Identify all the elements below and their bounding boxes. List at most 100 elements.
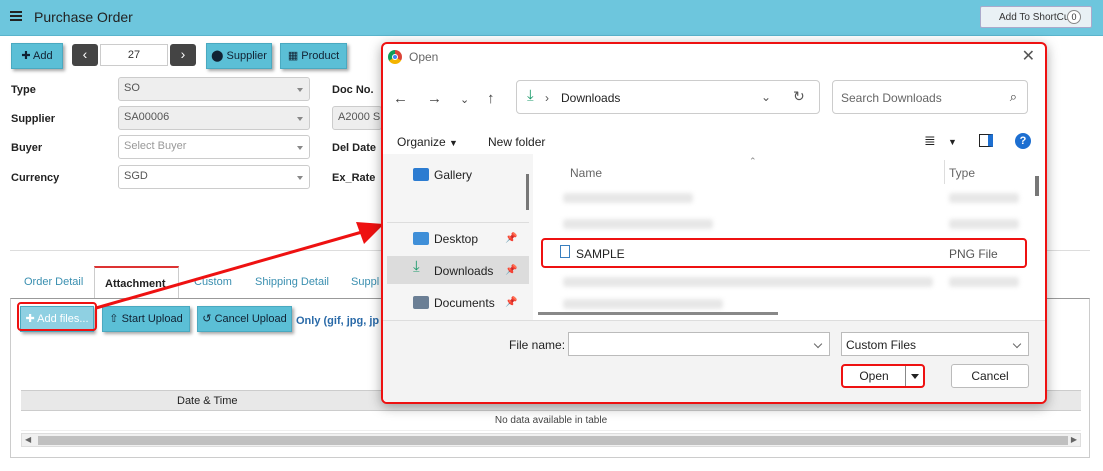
table-scrollbar[interactable]: ◀ ▶ — [21, 433, 1081, 447]
supplier-select[interactable]: SA00006 — [118, 106, 310, 130]
file-name-sample[interactable]: SAMPLE — [576, 247, 625, 261]
new-folder-button[interactable]: New folder — [488, 135, 545, 149]
file-name-input[interactable] — [568, 332, 830, 356]
user-icon: ⬤ — [211, 50, 227, 62]
preview-pane-icon[interactable] — [979, 134, 993, 147]
supplier-button-label: Supplier — [226, 50, 267, 62]
column-divider — [944, 160, 945, 184]
column-type[interactable]: Type — [949, 166, 975, 180]
type-value: SO — [124, 82, 140, 94]
shortcut-count-badge: 0 — [1067, 10, 1081, 24]
file-type-hint: Only (gif, jpg, jp — [296, 315, 380, 327]
file-list-scrollbar[interactable] — [1035, 176, 1039, 196]
sidebar-item-desktop[interactable]: Desktop — [434, 232, 478, 246]
open-button-label: Open — [859, 369, 889, 383]
supplier-label: Supplier — [11, 113, 56, 125]
open-file-dialog: Open ✕ ← → ⌄ ↑ ⤓ › Downloads ⌄ ↻ Search … — [381, 42, 1047, 404]
organize-menu[interactable]: Organize ▼ — [397, 135, 458, 149]
type-label: Type — [11, 84, 36, 96]
sidebar-item-downloads[interactable]: Downloads — [434, 264, 493, 278]
view-options-icon[interactable]: ≣ — [924, 132, 936, 149]
chevron-down-icon — [297, 117, 303, 121]
buyer-select[interactable]: Select Buyer — [118, 135, 310, 159]
chevron-down-icon — [297, 176, 303, 180]
supplier-value: SA00006 — [124, 111, 170, 123]
tab-supplier[interactable]: Suppl — [351, 276, 379, 288]
start-upload-button[interactable]: ⇧ Start Upload — [102, 306, 190, 332]
tab-order-detail[interactable]: Order Detail — [24, 276, 83, 288]
chevron-down-icon[interactable] — [813, 339, 823, 349]
scroll-left-icon[interactable]: ◀ — [25, 435, 31, 444]
product-button-label: Product — [301, 50, 340, 62]
caret-down-icon: ▼ — [449, 138, 458, 148]
tab-attachment[interactable]: Attachment — [94, 266, 179, 299]
breadcrumb-downloads[interactable]: Downloads — [561, 91, 620, 105]
currency-value: SGD — [124, 170, 148, 182]
up-icon[interactable]: ↑ — [487, 90, 495, 107]
scroll-thumb[interactable] — [38, 436, 1068, 445]
sidebar-item-documents[interactable]: Documents — [434, 296, 495, 310]
desktop-icon — [413, 232, 429, 245]
tab-custom[interactable]: Custom — [194, 276, 232, 288]
chevron-down-icon — [1012, 339, 1022, 349]
caret-down-icon[interactable]: ▼ — [948, 137, 957, 147]
app-header: Purchase Order Add To ShortCut 0 — [0, 0, 1103, 36]
download-icon: ⤓ — [413, 258, 420, 275]
file-type-value: Custom Files — [846, 338, 917, 352]
caret-down-icon[interactable] — [911, 374, 919, 379]
address-bar[interactable]: ⤓ › Downloads ⌄ ↻ — [516, 80, 820, 114]
download-icon: ⤓ — [527, 87, 534, 104]
cancel-upload-label: Cancel Upload — [214, 313, 287, 325]
blurred-file-type — [949, 277, 1019, 287]
sort-up-icon: ⌃ — [749, 156, 757, 166]
menu-icon[interactable] — [10, 11, 22, 21]
chevron-down-icon — [297, 146, 303, 150]
doc-no-field[interactable]: A2000 S — [332, 106, 382, 130]
open-button[interactable]: Open — [841, 364, 925, 388]
refresh-icon[interactable]: ↻ — [793, 88, 805, 105]
upload-icon: ⇧ — [109, 313, 122, 325]
del-date-label: Del Date — [332, 142, 377, 154]
sidebar-item-gallery[interactable]: Gallery — [434, 168, 472, 182]
organize-label: Organize — [397, 135, 446, 149]
sidebar-scrollbar[interactable] — [526, 174, 529, 210]
search-input[interactable]: Search Downloads ⌕ — [832, 80, 1028, 114]
close-icon[interactable]: ✕ — [1022, 46, 1035, 66]
column-name[interactable]: Name — [570, 166, 602, 180]
sidebar-divider — [387, 222, 529, 223]
file-list-hscrollbar[interactable] — [538, 312, 778, 315]
add-to-shortcut-button[interactable]: Add To ShortCut 0 — [980, 6, 1092, 28]
file-type-select[interactable]: Custom Files — [841, 332, 1029, 356]
page-title: Purchase Order — [34, 9, 133, 25]
record-number[interactable]: 27 — [100, 44, 168, 66]
tab-shipping-detail[interactable]: Shipping Detail — [255, 276, 329, 288]
search-icon: ⌕ — [1009, 89, 1017, 104]
product-button[interactable]: ▦ Product — [280, 43, 347, 69]
blurred-file-row — [563, 299, 723, 309]
ex-rate-label: Ex_Rate — [332, 172, 376, 184]
refresh-icon: ↺ — [202, 313, 215, 325]
forward-icon[interactable]: → — [427, 90, 442, 107]
type-select[interactable]: SO — [118, 77, 310, 101]
start-upload-label: Start Upload — [121, 313, 183, 325]
gallery-icon — [413, 168, 429, 181]
chrome-icon — [388, 50, 402, 64]
currency-select[interactable]: SGD — [118, 165, 310, 189]
blurred-file-type — [949, 219, 1019, 229]
prev-record-button[interactable]: ‹ — [72, 44, 98, 66]
next-record-button[interactable]: › — [170, 44, 196, 66]
add-button[interactable]: ✚ Add — [11, 43, 63, 69]
help-icon[interactable]: ? — [1015, 133, 1031, 149]
scroll-right-icon[interactable]: ▶ — [1071, 435, 1077, 444]
shortcut-label: Add To ShortCut — [999, 12, 1073, 23]
chevron-down-icon[interactable]: ⌄ — [761, 90, 771, 104]
cancel-button[interactable]: Cancel — [951, 364, 1029, 388]
blurred-file-row — [563, 193, 693, 203]
supplier-button[interactable]: ⬤ Supplier — [206, 43, 272, 69]
pin-icon: 📌 — [505, 265, 518, 276]
cancel-upload-button[interactable]: ↺ Cancel Upload — [197, 306, 292, 332]
back-icon[interactable]: ← — [393, 90, 408, 107]
doc-no-label: Doc No. — [332, 84, 374, 96]
recent-locations-icon[interactable]: ⌄ — [460, 93, 469, 106]
table-empty-message: No data available in table — [21, 411, 1081, 431]
